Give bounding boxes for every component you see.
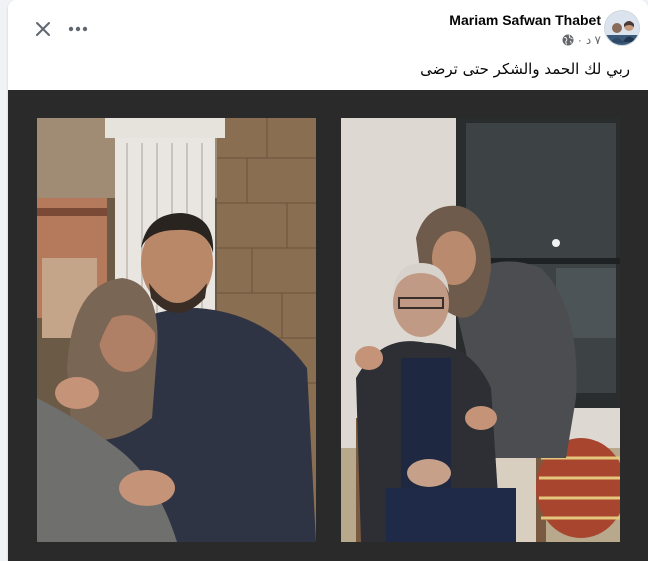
photo-1[interactable]	[37, 118, 316, 542]
author-name[interactable]: Mariam Safwan Thabet	[449, 12, 601, 28]
avatar-image	[605, 11, 639, 45]
avatar[interactable]	[604, 10, 640, 46]
post-dialog: Mariam Safwan Thabet ٧ د · ربي لك الحمد …	[8, 0, 648, 561]
photo-2-image	[341, 118, 620, 542]
post-time[interactable]: ٧ د	[586, 33, 601, 47]
close-button[interactable]	[28, 14, 58, 44]
post-meta: ٧ د ·	[562, 33, 601, 47]
photo-2[interactable]	[341, 118, 620, 542]
post-header: Mariam Safwan Thabet ٧ د · ربي لك الحمد …	[8, 0, 648, 90]
post-text: ربي لك الحمد والشكر حتى ترضى	[420, 60, 630, 78]
close-icon	[36, 22, 50, 36]
meta-separator: ·	[577, 33, 582, 47]
photo-grid	[8, 90, 648, 561]
photo-1-image	[37, 118, 316, 542]
globe-icon[interactable]	[562, 34, 574, 46]
more-options-button[interactable]	[63, 14, 93, 44]
more-horizontal-icon	[68, 26, 88, 32]
